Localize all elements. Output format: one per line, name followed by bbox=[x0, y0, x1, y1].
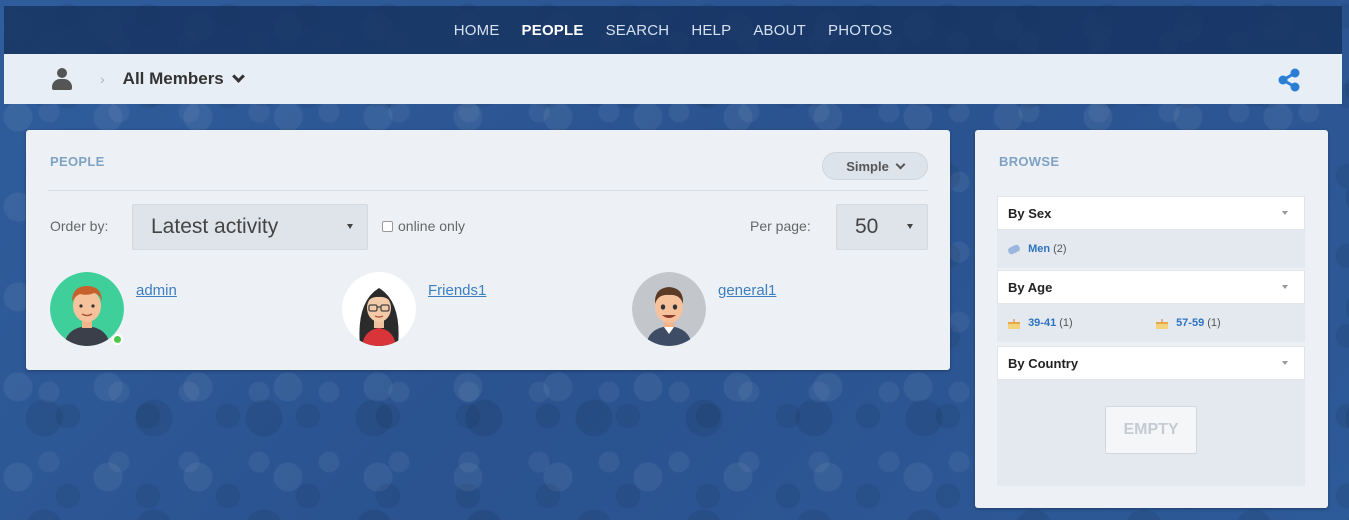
breadcrumb-separator: › bbox=[100, 71, 105, 87]
online-only-toggle[interactable]: online only bbox=[382, 218, 465, 234]
cake-icon bbox=[1008, 318, 1020, 329]
nav-about[interactable]: ABOUT bbox=[753, 22, 806, 39]
browse-men-link[interactable]: Men bbox=[1028, 243, 1050, 255]
per-page-label: Per page: bbox=[750, 218, 811, 234]
order-by-label: Order by: bbox=[50, 218, 109, 234]
browse-count: (1) bbox=[1207, 317, 1221, 329]
breadcrumb: › All Members bbox=[4, 54, 1342, 104]
browse-count: (2) bbox=[1053, 243, 1067, 255]
per-page-value: 50 bbox=[855, 215, 879, 238]
caret-down-icon bbox=[1282, 361, 1288, 365]
people-panel: PEOPLE Simple Order by: Latest activity … bbox=[26, 130, 950, 370]
nav-search[interactable]: SEARCH bbox=[606, 22, 670, 39]
order-by-value: Latest activity bbox=[151, 215, 279, 238]
browse-by-sex-label: By Sex bbox=[1008, 205, 1052, 221]
nav-people[interactable]: PEOPLE bbox=[522, 22, 584, 39]
online-indicator bbox=[112, 334, 123, 345]
browse-by-age-label: By Age bbox=[1008, 279, 1053, 295]
view-mode-label: Simple bbox=[846, 158, 889, 174]
member-card: admin bbox=[50, 272, 177, 346]
caret-down-icon bbox=[1282, 285, 1288, 289]
order-by-select[interactable]: Latest activity bbox=[132, 204, 368, 250]
browse-item[interactable]: Men (2) bbox=[1007, 243, 1067, 255]
browse-item[interactable]: 57-59 (1) bbox=[1155, 317, 1221, 329]
empty-placeholder: EMPTY bbox=[1105, 406, 1197, 454]
browse-age-link[interactable]: 57-59 bbox=[1176, 317, 1204, 329]
browse-age-options: 39-41 (1) 57-59 (1) bbox=[997, 304, 1305, 342]
browse-by-country-label: By Country bbox=[1008, 355, 1079, 371]
member-card: general1 bbox=[632, 272, 776, 346]
online-only-checkbox[interactable] bbox=[382, 220, 393, 232]
chevron-down-icon bbox=[895, 159, 906, 169]
member-name-link[interactable]: admin bbox=[136, 282, 177, 299]
user-icon[interactable] bbox=[52, 68, 72, 90]
top-nav: HOME PEOPLE SEARCH HELP ABOUT PHOTOS bbox=[4, 6, 1342, 54]
caret-down-icon bbox=[1282, 211, 1288, 215]
nav-home[interactable]: HOME bbox=[454, 22, 500, 39]
browse-item[interactable]: 39-41 (1) bbox=[1007, 317, 1155, 329]
browse-count: (1) bbox=[1059, 317, 1073, 329]
browse-by-age-toggle[interactable]: By Age bbox=[997, 270, 1305, 304]
men-icon bbox=[1008, 244, 1020, 254]
avatar[interactable] bbox=[342, 272, 416, 346]
chevron-down-icon bbox=[231, 69, 245, 83]
per-page-select[interactable]: 50 bbox=[836, 204, 928, 250]
caret-down-icon bbox=[347, 224, 353, 229]
divider bbox=[48, 190, 928, 191]
member-card: Friends1 bbox=[342, 272, 486, 346]
browse-title: BROWSE bbox=[999, 154, 1060, 169]
avatar[interactable] bbox=[632, 272, 706, 346]
cake-icon bbox=[1156, 318, 1168, 329]
browse-by-country-toggle[interactable]: By Country bbox=[997, 346, 1305, 380]
online-only-label: online only bbox=[398, 218, 465, 234]
browse-age-link[interactable]: 39-41 bbox=[1028, 317, 1056, 329]
breadcrumb-title: All Members bbox=[122, 69, 224, 88]
browse-panel: BROWSE By Sex Men (2) By Age 39-41 (1) 5… bbox=[975, 130, 1328, 508]
caret-down-icon bbox=[907, 224, 913, 229]
nav-help[interactable]: HELP bbox=[691, 22, 731, 39]
nav-photos[interactable]: PHOTOS bbox=[828, 22, 892, 39]
view-mode-button[interactable]: Simple bbox=[822, 152, 928, 180]
member-name-link[interactable]: Friends1 bbox=[428, 282, 486, 299]
people-title: PEOPLE bbox=[50, 154, 105, 169]
share-icon[interactable] bbox=[1276, 67, 1302, 93]
browse-sex-options: Men (2) bbox=[997, 230, 1305, 268]
all-members-dropdown[interactable]: All Members bbox=[122, 69, 245, 89]
browse-by-sex-toggle[interactable]: By Sex bbox=[997, 196, 1305, 230]
member-name-link[interactable]: general1 bbox=[718, 282, 776, 299]
